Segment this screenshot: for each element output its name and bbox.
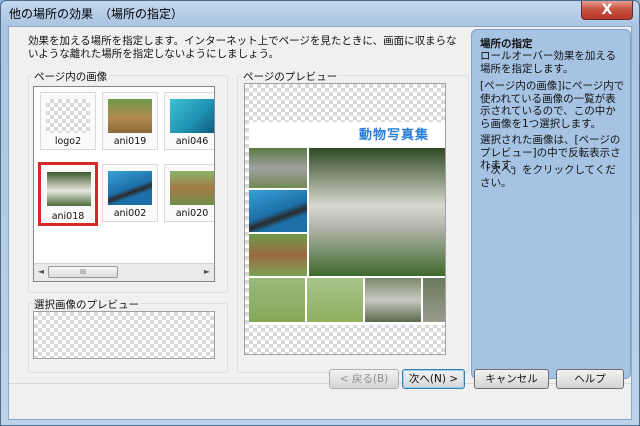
back-button[interactable]: < 戻る(B) bbox=[329, 369, 399, 389]
kangaroo-image-icon bbox=[170, 171, 214, 205]
next-button[interactable]: 次へ(N) > bbox=[402, 369, 465, 389]
intro-text: 効果を加える場所を指定します。インターネット上でページを見たときに、画面に収まら… bbox=[28, 35, 457, 60]
help-button[interactable]: ヘルプ bbox=[556, 369, 624, 389]
help-paragraph: 「次へ」をクリックしてください。 bbox=[480, 164, 616, 189]
image-thumb-ani020[interactable]: ani020 bbox=[164, 164, 214, 222]
page-images-list[interactable]: logo2 ani019 ani046 ani018 ani002 ani020… bbox=[33, 86, 215, 282]
animal-photo bbox=[423, 278, 445, 322]
scroll-right-icon[interactable]: ► bbox=[201, 266, 213, 278]
image-caption: ani020 bbox=[175, 208, 209, 219]
sealion-photo bbox=[249, 190, 307, 232]
help-paragraph: [ページ内の画像]にページ内で使われている画像の一覧が表示されているので、この中… bbox=[480, 80, 625, 130]
selected-image-preview bbox=[33, 311, 215, 359]
image-thumb-ani002[interactable]: ani002 bbox=[102, 164, 158, 222]
sealion-image-icon bbox=[108, 171, 152, 205]
scroll-left-icon[interactable]: ◄ bbox=[35, 266, 47, 278]
kangaroo-photo bbox=[249, 234, 307, 276]
image-thumb-logo2[interactable]: logo2 bbox=[40, 92, 96, 150]
koala-photo bbox=[249, 148, 307, 188]
window-title: 他の場所の効果 （場所の指定） bbox=[9, 7, 184, 21]
title-bar[interactable]: 他の場所の効果 （場所の指定） X bbox=[1, 1, 639, 25]
close-button[interactable]: X bbox=[581, 1, 633, 20]
image-thumb-ani018[interactable]: ani018 bbox=[38, 162, 98, 226]
page-preview-content: 動物写真集 bbox=[249, 122, 445, 325]
tiger-image-icon bbox=[47, 172, 91, 206]
logo-image-icon bbox=[46, 99, 90, 133]
image-caption: ani019 bbox=[113, 136, 147, 147]
kangaroo-group-photo-2 bbox=[307, 278, 363, 322]
image-caption: logo2 bbox=[54, 136, 82, 147]
horizontal-scrollbar[interactable]: ◄ III ► bbox=[34, 263, 214, 281]
help-paragraph: ロールオーバー効果を加える場所を指定します。 bbox=[480, 50, 617, 75]
page-images-label: ページ内の画像 bbox=[32, 69, 110, 84]
page-preview: 動物写真集 bbox=[244, 83, 446, 355]
image-thumb-ani046[interactable]: ani046 bbox=[164, 92, 214, 150]
image-thumb-ani019[interactable]: ani019 bbox=[102, 92, 158, 150]
kangaroo-group-photo-1 bbox=[249, 278, 305, 322]
help-panel: 場所の指定 ロールオーバー効果を加える場所を指定します。 [ページ内の画像]にペ… bbox=[471, 29, 631, 379]
fish-image-icon bbox=[170, 99, 214, 133]
site-title: 動物写真集 bbox=[359, 128, 430, 143]
image-caption: ani018 bbox=[51, 211, 85, 222]
page-preview-label: ページのプレビュー bbox=[241, 69, 340, 84]
cancel-button[interactable]: キャンセル bbox=[474, 369, 549, 389]
image-caption: ani046 bbox=[175, 136, 209, 147]
dialog-window: 他の場所の効果 （場所の指定） X 効果を加える場所を指定します。インターネット… bbox=[0, 0, 640, 426]
koala-photo-2 bbox=[365, 278, 421, 322]
scroll-thumb[interactable]: III bbox=[48, 266, 118, 278]
tiger-photo-highlighted bbox=[309, 148, 445, 276]
selected-preview-label: 選択画像のプレビュー bbox=[32, 297, 141, 312]
lion-image-icon bbox=[108, 99, 152, 133]
image-caption: ani002 bbox=[113, 208, 147, 219]
help-title: 場所の指定 bbox=[480, 38, 533, 50]
